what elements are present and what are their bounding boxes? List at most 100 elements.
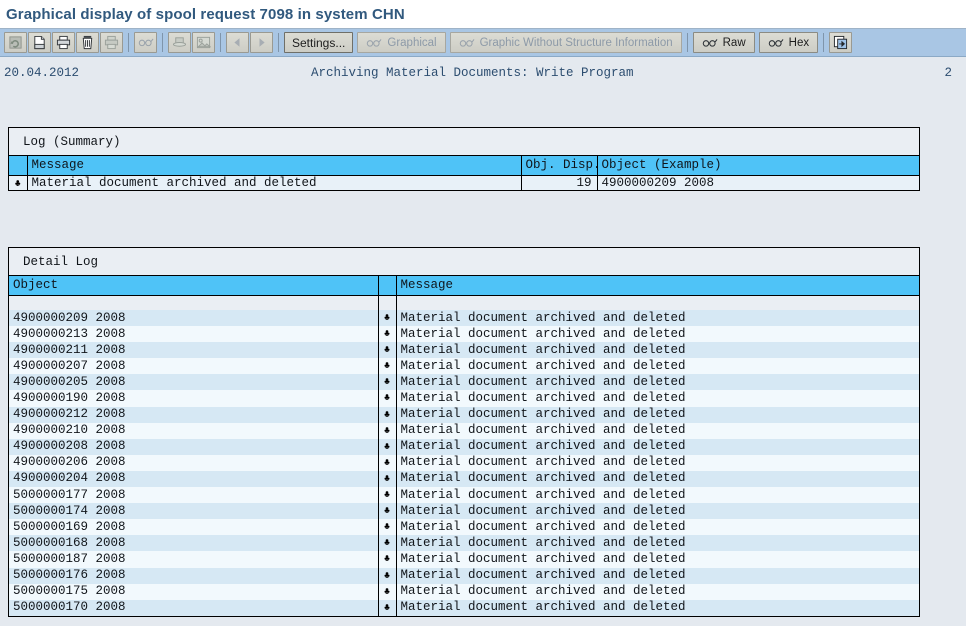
picture-icon xyxy=(196,36,211,49)
table-row[interactable]: 4900000205 2008 ♣ Material document archiv… xyxy=(9,374,919,391)
picture-button xyxy=(192,32,215,53)
hat-icon xyxy=(172,37,187,47)
settings-label: Settings... xyxy=(292,35,346,50)
detail-log-table: Object Message 4900000209 2008 ♣ Material … xyxy=(9,276,919,616)
table-row[interactable]: 4900000190 2008 ♣ Material document archiv… xyxy=(9,390,919,407)
column-header-blank[interactable] xyxy=(378,276,397,296)
glasses-icon xyxy=(702,38,718,47)
row-bullet-icon: ♣ xyxy=(378,567,397,584)
cell-message: Material document archived and deleted xyxy=(396,390,919,407)
hat-button xyxy=(168,32,191,53)
column-header-obj-disp[interactable]: Obj. Disp. xyxy=(521,156,598,176)
report-page-number: 2 xyxy=(944,66,952,80)
row-bullet-icon: ♣ xyxy=(378,406,397,423)
toolbar-separator-2 xyxy=(162,33,163,52)
cell-message: Material document archived and deleted xyxy=(27,175,522,190)
raw-button[interactable]: Raw xyxy=(692,32,755,53)
table-row[interactable]: 5000000168 2008 ♣ Material document archiv… xyxy=(9,535,919,552)
row-bullet-icon: ♣ xyxy=(378,310,397,327)
spool-display-window: Graphical display of spool request 7098 … xyxy=(0,0,966,626)
detail-log-body: 4900000209 2008 ♣ Material document archiv… xyxy=(9,295,919,616)
table-header-row: Message Obj. Disp. Object (Example) xyxy=(9,156,919,176)
cell-object: 4900000207 2008 xyxy=(9,358,379,375)
table-row[interactable]: 4900000209 2008 ♣ Material document archiv… xyxy=(9,310,919,327)
cell-message: Material document archived and deleted xyxy=(396,551,919,568)
row-bullet-icon: ♣ xyxy=(378,535,397,552)
table-header-row: Object Message xyxy=(9,276,919,296)
select-all-header[interactable] xyxy=(9,156,28,176)
table-row[interactable]: 5000000175 2008 ♣ Material document archiv… xyxy=(9,583,919,600)
cell-object: 4900000204 2008 xyxy=(9,470,379,488)
cell-object-example: 4900000209 2008 xyxy=(597,175,919,190)
table-row[interactable]: 4900000207 2008 ♣ Material document archiv… xyxy=(9,358,919,375)
row-bullet-icon: ♣ xyxy=(378,503,397,520)
table-row[interactable]: 4900000210 2008 ♣ Material document archiv… xyxy=(9,422,919,439)
export-button[interactable] xyxy=(829,32,853,53)
row-bullet-icon: ♣ xyxy=(378,422,397,439)
table-row[interactable]: 5000000169 2008 ♣ Material document archiv… xyxy=(9,519,919,536)
glasses-icon xyxy=(367,38,382,47)
cell-object: 5000000177 2008 xyxy=(9,487,379,504)
glasses-display-icon xyxy=(138,38,153,47)
row-bullet-icon: ♣ xyxy=(378,342,397,359)
settings-button[interactable]: Settings... xyxy=(284,32,354,53)
column-header-message[interactable]: Message xyxy=(27,156,522,176)
raw-label: Raw xyxy=(722,36,746,49)
cell-message: Material document archived and deleted xyxy=(396,503,919,520)
save-document-button[interactable] xyxy=(28,32,51,53)
cell-object: 4900000208 2008 xyxy=(9,438,379,455)
cell-object: 5000000187 2008 xyxy=(9,551,379,568)
next-page-icon xyxy=(259,38,265,47)
log-summary-panel: Log (Summary) Message Obj. Disp. Object … xyxy=(8,127,920,191)
table-row[interactable]: ♣ Material document archived and deleted… xyxy=(9,175,919,190)
cell-object: 5000000176 2008 xyxy=(9,567,379,584)
cell-message: Material document archived and deleted xyxy=(396,374,919,391)
page-title: Graphical display of spool request 7098 … xyxy=(6,5,405,23)
print-preview-icon xyxy=(104,35,119,50)
print-button[interactable] xyxy=(52,32,75,53)
table-row[interactable]: 4900000204 2008 ♣ Material document archiv… xyxy=(9,470,919,488)
graphical-label: Graphical xyxy=(387,36,437,49)
row-bullet-icon: ♣ xyxy=(378,438,397,455)
cell-object: 5000000169 2008 xyxy=(9,519,379,536)
table-row[interactable]: 4900000213 2008 ♣ Material document archiv… xyxy=(9,326,919,343)
table-row[interactable]: 5000000187 2008 ♣ Material document archiv… xyxy=(9,551,919,568)
table-row[interactable]: 4900000208 2008 ♣ Material document archiv… xyxy=(9,438,919,455)
table-row[interactable]: 5000000170 2008 ♣ Material document archiv… xyxy=(9,599,919,616)
delete-button[interactable] xyxy=(76,32,99,53)
cell-object: 5000000170 2008 xyxy=(9,599,379,616)
row-bullet-icon: ♣ xyxy=(378,599,397,616)
table-row[interactable]: 4900000206 2008 ♣ Material document archiv… xyxy=(9,454,919,471)
table-row[interactable]: 4900000211 2008 ♣ Material document archiv… xyxy=(9,342,919,359)
table-row[interactable]: 5000000176 2008 ♣ Material document archiv… xyxy=(9,567,919,584)
glasses-icon xyxy=(459,38,475,47)
cell-message: Material document archived and deleted xyxy=(396,535,919,552)
detail-log-panel: Detail Log Object Message 4900000209 200… xyxy=(8,247,920,617)
graphic-without-structure-label: Graphic Without Structure Information xyxy=(479,36,673,49)
toolbar-separator-4 xyxy=(278,33,279,52)
graphical-button: Graphical xyxy=(357,32,446,53)
glasses-display-button xyxy=(134,32,157,53)
cell-message: Material document archived and deleted xyxy=(396,454,919,471)
delete-trash-icon xyxy=(82,35,93,50)
cell-object: 5000000174 2008 xyxy=(9,503,379,520)
cell-object: 4900000205 2008 xyxy=(9,374,379,391)
table-row[interactable]: 4900000212 2008 ♣ Material document archiv… xyxy=(9,406,919,423)
table-row[interactable]: 5000000177 2008 ♣ Material document archiv… xyxy=(9,487,919,504)
row-bullet-icon: ♣ xyxy=(378,470,397,488)
graphic-without-structure-button: Graphic Without Structure Information xyxy=(449,32,682,53)
cell-message: Material document archived and deleted xyxy=(396,487,919,504)
table-row[interactable]: 5000000174 2008 ♣ Material document archiv… xyxy=(9,503,919,520)
cell-message: Material document archived and deleted xyxy=(396,599,919,616)
column-header-message[interactable]: Message xyxy=(396,276,919,296)
refresh-icon-button[interactable] xyxy=(4,32,27,53)
cell-message: Material document archived and deleted xyxy=(396,326,919,343)
row-bullet-icon: ♣ xyxy=(378,390,397,407)
column-header-object[interactable]: Object xyxy=(9,276,379,296)
hex-button[interactable]: Hex xyxy=(758,32,819,53)
cell-object: 4900000213 2008 xyxy=(9,326,379,343)
toolbar-separator xyxy=(128,33,129,52)
table-spacer-row xyxy=(9,295,919,310)
column-header-object-example[interactable]: Object (Example) xyxy=(597,156,919,176)
cell-message: Material document archived and deleted xyxy=(396,470,919,488)
